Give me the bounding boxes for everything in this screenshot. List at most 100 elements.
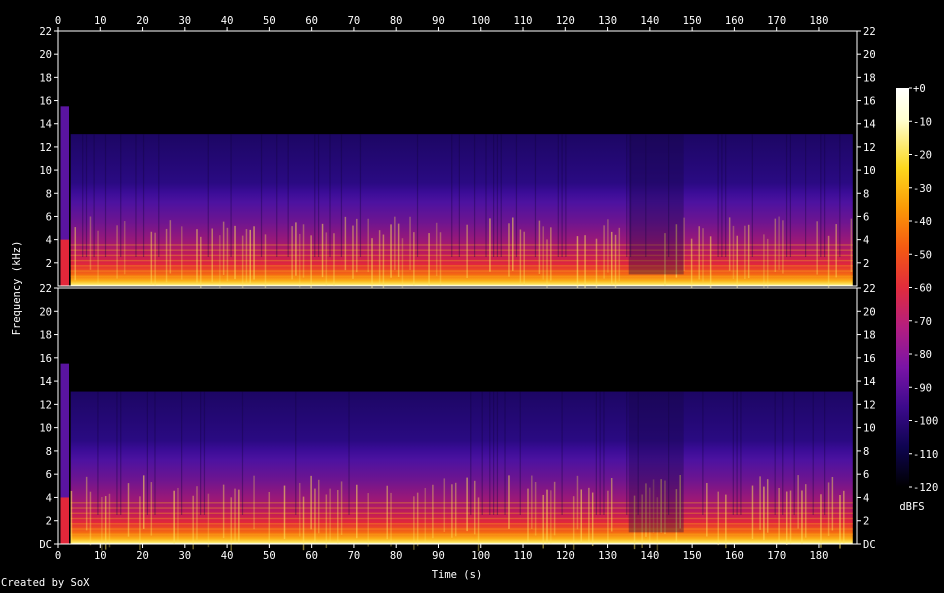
- transient-spike-core: [60, 497, 69, 544]
- energy-streak: [728, 217, 731, 271]
- energy-streak: [751, 485, 754, 540]
- x-tick-label: 90: [432, 15, 445, 27]
- energy-streak: [489, 218, 491, 272]
- energy-streak: [165, 228, 168, 283]
- energy-streak: [386, 485, 388, 540]
- colorbar-tick-label: -10: [913, 116, 932, 128]
- energy-streak: [413, 232, 415, 286]
- energy-streak: [173, 490, 175, 545]
- quiet-streak: [603, 391, 605, 515]
- energy-streak: [196, 229, 198, 283]
- colorbar-tick-label: -100: [913, 416, 938, 428]
- x-tick-label: 100: [471, 550, 490, 562]
- colorbar-tick-label: -90: [913, 382, 932, 394]
- x-tick-label: 80: [390, 550, 403, 562]
- energy-streak: [690, 238, 693, 292]
- y-tick-label: 8: [863, 446, 869, 458]
- energy-streak: [333, 233, 335, 287]
- x-tick-label: 50: [263, 550, 276, 562]
- harmonic-band: [70, 244, 853, 246]
- y-tick-label: 10: [863, 165, 876, 177]
- energy-streak: [550, 227, 552, 281]
- energy-streak: [725, 494, 727, 549]
- x-tick-label: 180: [809, 550, 828, 562]
- quiet-streak: [500, 134, 502, 258]
- quiet-streak: [812, 391, 814, 515]
- y-tick-label: 6: [46, 211, 52, 223]
- x-tick-label: 100: [471, 15, 490, 27]
- energy-streak: [477, 497, 480, 551]
- y-tick-label: 20: [863, 49, 876, 61]
- energy-streak: [519, 229, 522, 283]
- harmonic-band: [70, 517, 853, 520]
- y-tick-label: 16: [863, 96, 876, 108]
- y-tick-label: 2: [863, 258, 869, 270]
- quiet-streak: [276, 134, 278, 258]
- quiet-streak: [736, 391, 738, 515]
- quiet-streak: [717, 134, 719, 258]
- energy-streak: [850, 218, 853, 272]
- energy-streak: [789, 490, 792, 545]
- energy-streak: [785, 491, 788, 546]
- x-tick-label: 110: [514, 15, 533, 27]
- y-tick-label: 6: [863, 211, 869, 223]
- energy-streak: [325, 494, 328, 549]
- spectral-energy-band: [70, 391, 853, 544]
- quiet-streak: [626, 391, 628, 515]
- y-tick-label: 12: [39, 142, 52, 154]
- harmonic-band: [70, 265, 853, 267]
- energy-streak: [85, 476, 88, 531]
- energy-streak: [778, 216, 780, 270]
- energy-streak: [835, 224, 837, 278]
- x-tick-label: 170: [767, 550, 786, 562]
- energy-streak: [732, 225, 735, 280]
- energy-streak: [181, 226, 183, 280]
- quiet-streak: [314, 134, 316, 258]
- quiet-streak: [230, 134, 232, 258]
- energy-streak: [268, 492, 271, 546]
- quiet-streak: [595, 391, 597, 515]
- quiet-streak: [732, 391, 734, 515]
- quiet-streak: [241, 391, 244, 515]
- colorbar-tick-label: -120: [913, 482, 938, 494]
- energy-streak: [253, 226, 255, 280]
- harmonic-band: [70, 259, 853, 262]
- energy-streak: [523, 231, 525, 286]
- colorbar-tick-label: -40: [913, 216, 932, 228]
- quiet-streak: [515, 134, 518, 258]
- energy-streak: [310, 235, 312, 289]
- quiet-streak: [120, 134, 122, 258]
- quiet-section: [628, 391, 684, 533]
- colorbar: +0 -10 -20 -30 -40 -50 -60 -70 -80 -90 -100 -110 -12…: [896, 83, 938, 494]
- y-tick-label: 20: [39, 49, 52, 61]
- energy-streak: [298, 482, 301, 537]
- energy-streak: [226, 227, 229, 282]
- energy-streak: [234, 225, 236, 280]
- quiet-streak: [496, 391, 499, 515]
- energy-streak: [142, 475, 145, 529]
- energy-streak: [805, 484, 807, 538]
- y-tick-label: 8: [863, 188, 869, 200]
- energy-streak: [382, 234, 385, 288]
- y-axis-label: Frequency (kHz): [11, 241, 23, 336]
- energy-streak: [607, 490, 609, 545]
- energy-streak: [325, 232, 328, 286]
- energy-streak: [546, 489, 548, 544]
- harmonic-band: [70, 502, 853, 504]
- y-tick-label: 2: [46, 258, 52, 270]
- x-tick-label: 20: [136, 15, 149, 27]
- energy-streak: [356, 484, 358, 539]
- energy-streak: [538, 220, 541, 274]
- harmonic-band: [70, 523, 853, 525]
- y-tick-label: 14: [863, 376, 876, 388]
- y-tick-label: 22: [39, 283, 52, 295]
- y-tick-label: 4: [863, 492, 869, 504]
- colorbar-tick-label: -30: [913, 183, 932, 195]
- quiet-streak: [493, 134, 495, 258]
- energy-streak: [797, 475, 799, 529]
- quiet-streak: [329, 134, 331, 258]
- energy-streak: [584, 235, 586, 289]
- energy-streak: [264, 234, 267, 288]
- energy-streak: [89, 491, 92, 546]
- energy-streak: [317, 479, 320, 534]
